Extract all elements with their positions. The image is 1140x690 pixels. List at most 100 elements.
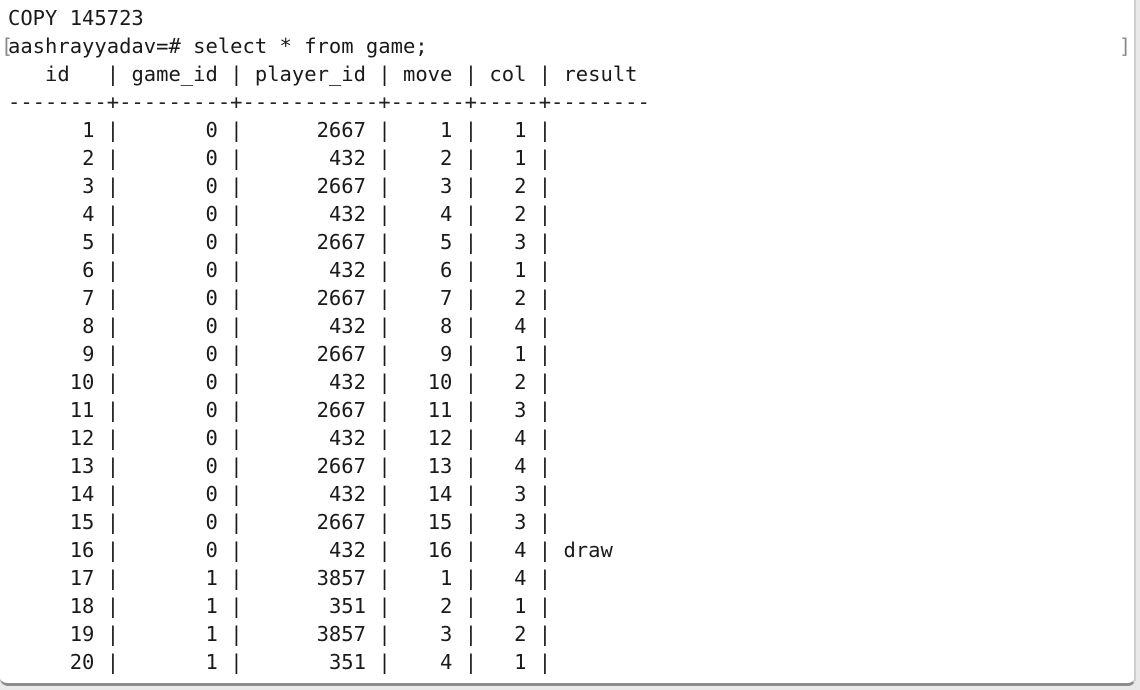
- cell-game-id: 0: [205, 482, 218, 506]
- cell-game-id: 0: [205, 258, 218, 282]
- cell-game-id: 0: [205, 118, 218, 142]
- cell-col: 1: [514, 594, 527, 618]
- cell-col: 4: [514, 426, 527, 450]
- cell-game-id: 0: [205, 230, 218, 254]
- cell-id: 12: [69, 426, 95, 450]
- cell-player-id: 432: [328, 370, 366, 394]
- table-body: 1 | 0 | 2667 | 1 | 1 | 2 | 0 | 432 | 2 |…: [8, 116, 1134, 676]
- table-row: 11 | 0 | 2667 | 11 | 3 |: [69, 398, 552, 422]
- cell-id: 9: [82, 342, 95, 366]
- table-row: 9 | 0 | 2667 | 9 | 1 |: [82, 342, 552, 366]
- cell-col: 2: [514, 286, 527, 310]
- table-row: 15 | 0 | 2667 | 15 | 3 |: [69, 510, 552, 534]
- column-header-player-id: player_id: [254, 62, 366, 86]
- cell-game-id: 1: [205, 622, 218, 646]
- cell-id: 3: [82, 174, 95, 198]
- cell-col: 2: [514, 370, 527, 394]
- copy-status-line: COPY 145723: [8, 6, 144, 30]
- cell-player-id: 432: [328, 482, 366, 506]
- cell-move: 12: [427, 426, 453, 450]
- table-row: 5 | 0 | 2667 | 5 | 3 |: [82, 230, 552, 254]
- cell-id: 6: [82, 258, 95, 282]
- cell-game-id: 0: [205, 314, 218, 338]
- table-row: 2 | 0 | 432 | 2 | 1 |: [82, 146, 552, 170]
- cell-player-id: 3857: [316, 622, 366, 646]
- cell-move: 16: [427, 538, 453, 562]
- cell-move: 5: [440, 230, 453, 254]
- column-header-result: result: [563, 62, 638, 86]
- cell-id: 16: [69, 538, 95, 562]
- table-row: 13 | 0 | 2667 | 13 | 4 |: [69, 454, 552, 478]
- cell-player-id: 3857: [316, 566, 366, 590]
- cell-col: 3: [514, 482, 527, 506]
- cell-player-id: 2667: [316, 118, 366, 142]
- cell-game-id: 0: [205, 174, 218, 198]
- cell-game-id: 0: [205, 398, 218, 422]
- column-header-id: id: [45, 62, 70, 86]
- cell-move: 3: [440, 622, 453, 646]
- terminal-window[interactable]: [ ] COPY 145723 aashrayyadav=# select * …: [0, 0, 1136, 686]
- cell-id: 20: [69, 650, 95, 674]
- cell-id: 15: [69, 510, 95, 534]
- cell-game-id: 1: [205, 594, 218, 618]
- table-row: 17 | 1 | 3857 | 1 | 4 |: [69, 566, 552, 590]
- prompt-text: aashrayyadav=#: [8, 34, 181, 58]
- cell-game-id: 1: [205, 650, 218, 674]
- cell-player-id: 351: [328, 594, 366, 618]
- table-row: 3 | 0 | 2667 | 3 | 2 |: [82, 174, 552, 198]
- cell-game-id: 0: [205, 286, 218, 310]
- terminal-output[interactable]: COPY 145723 aashrayyadav=# select * from…: [8, 4, 1134, 683]
- table-row: 12 | 0 | 432 | 12 | 4 |: [69, 426, 552, 450]
- cell-move: 2: [440, 594, 453, 618]
- cell-player-id: 2667: [316, 398, 366, 422]
- cell-move: 1: [440, 566, 453, 590]
- table-separator: --------+---------+-----------+------+--…: [8, 90, 650, 114]
- cell-id: 10: [69, 370, 95, 394]
- column-header-col: col: [489, 62, 527, 86]
- table-row: 6 | 0 | 432 | 6 | 1 |: [82, 258, 552, 282]
- cell-game-id: 0: [205, 202, 218, 226]
- cell-player-id: 2667: [316, 174, 366, 198]
- cell-player-id: 2667: [316, 342, 366, 366]
- cell-game-id: 0: [205, 370, 218, 394]
- prompt-line: aashrayyadav=# select * from game;: [8, 32, 1134, 60]
- cell-col: 4: [514, 538, 527, 562]
- cell-result: draw: [563, 538, 613, 562]
- table-header-row: id | game_id | player_id | move | col | …: [45, 62, 638, 86]
- cell-col: 3: [514, 230, 527, 254]
- cell-col: 1: [514, 146, 527, 170]
- cell-id: 19: [69, 622, 95, 646]
- cell-move: 3: [440, 174, 453, 198]
- cell-player-id: 432: [328, 314, 366, 338]
- table-row: 18 | 1 | 351 | 2 | 1 |: [69, 594, 552, 618]
- cell-col: 4: [514, 566, 527, 590]
- cell-move: 10: [427, 370, 453, 394]
- table-row: 8 | 0 | 432 | 8 | 4 |: [82, 314, 552, 338]
- cell-col: 1: [514, 118, 527, 142]
- cell-col: 4: [514, 314, 527, 338]
- cell-id: 18: [69, 594, 95, 618]
- cell-move: 11: [427, 398, 453, 422]
- cell-id: 11: [69, 398, 95, 422]
- table-row: 19 | 1 | 3857 | 3 | 2 |: [69, 622, 552, 646]
- cell-id: 5: [82, 230, 95, 254]
- cell-move: 15: [427, 510, 453, 534]
- cell-id: 8: [82, 314, 95, 338]
- cell-col: 1: [514, 258, 527, 282]
- table-row: 1 | 0 | 2667 | 1 | 1 |: [82, 118, 552, 142]
- column-header-move: move: [403, 62, 453, 86]
- cell-col: 1: [514, 650, 527, 674]
- table-row: 14 | 0 | 432 | 14 | 3 |: [69, 482, 552, 506]
- cell-id: 1: [82, 118, 95, 142]
- cell-player-id: 2667: [316, 286, 366, 310]
- cell-move: 1: [440, 118, 453, 142]
- cell-move: 7: [440, 286, 453, 310]
- table-row: 7 | 0 | 2667 | 7 | 2 |: [82, 286, 552, 310]
- cell-id: 14: [69, 482, 95, 506]
- cell-move: 8: [440, 314, 453, 338]
- cell-player-id: 432: [328, 538, 366, 562]
- cell-move: 4: [440, 650, 453, 674]
- cell-id: 7: [82, 286, 95, 310]
- cell-player-id: 432: [328, 146, 366, 170]
- cell-move: 6: [440, 258, 453, 282]
